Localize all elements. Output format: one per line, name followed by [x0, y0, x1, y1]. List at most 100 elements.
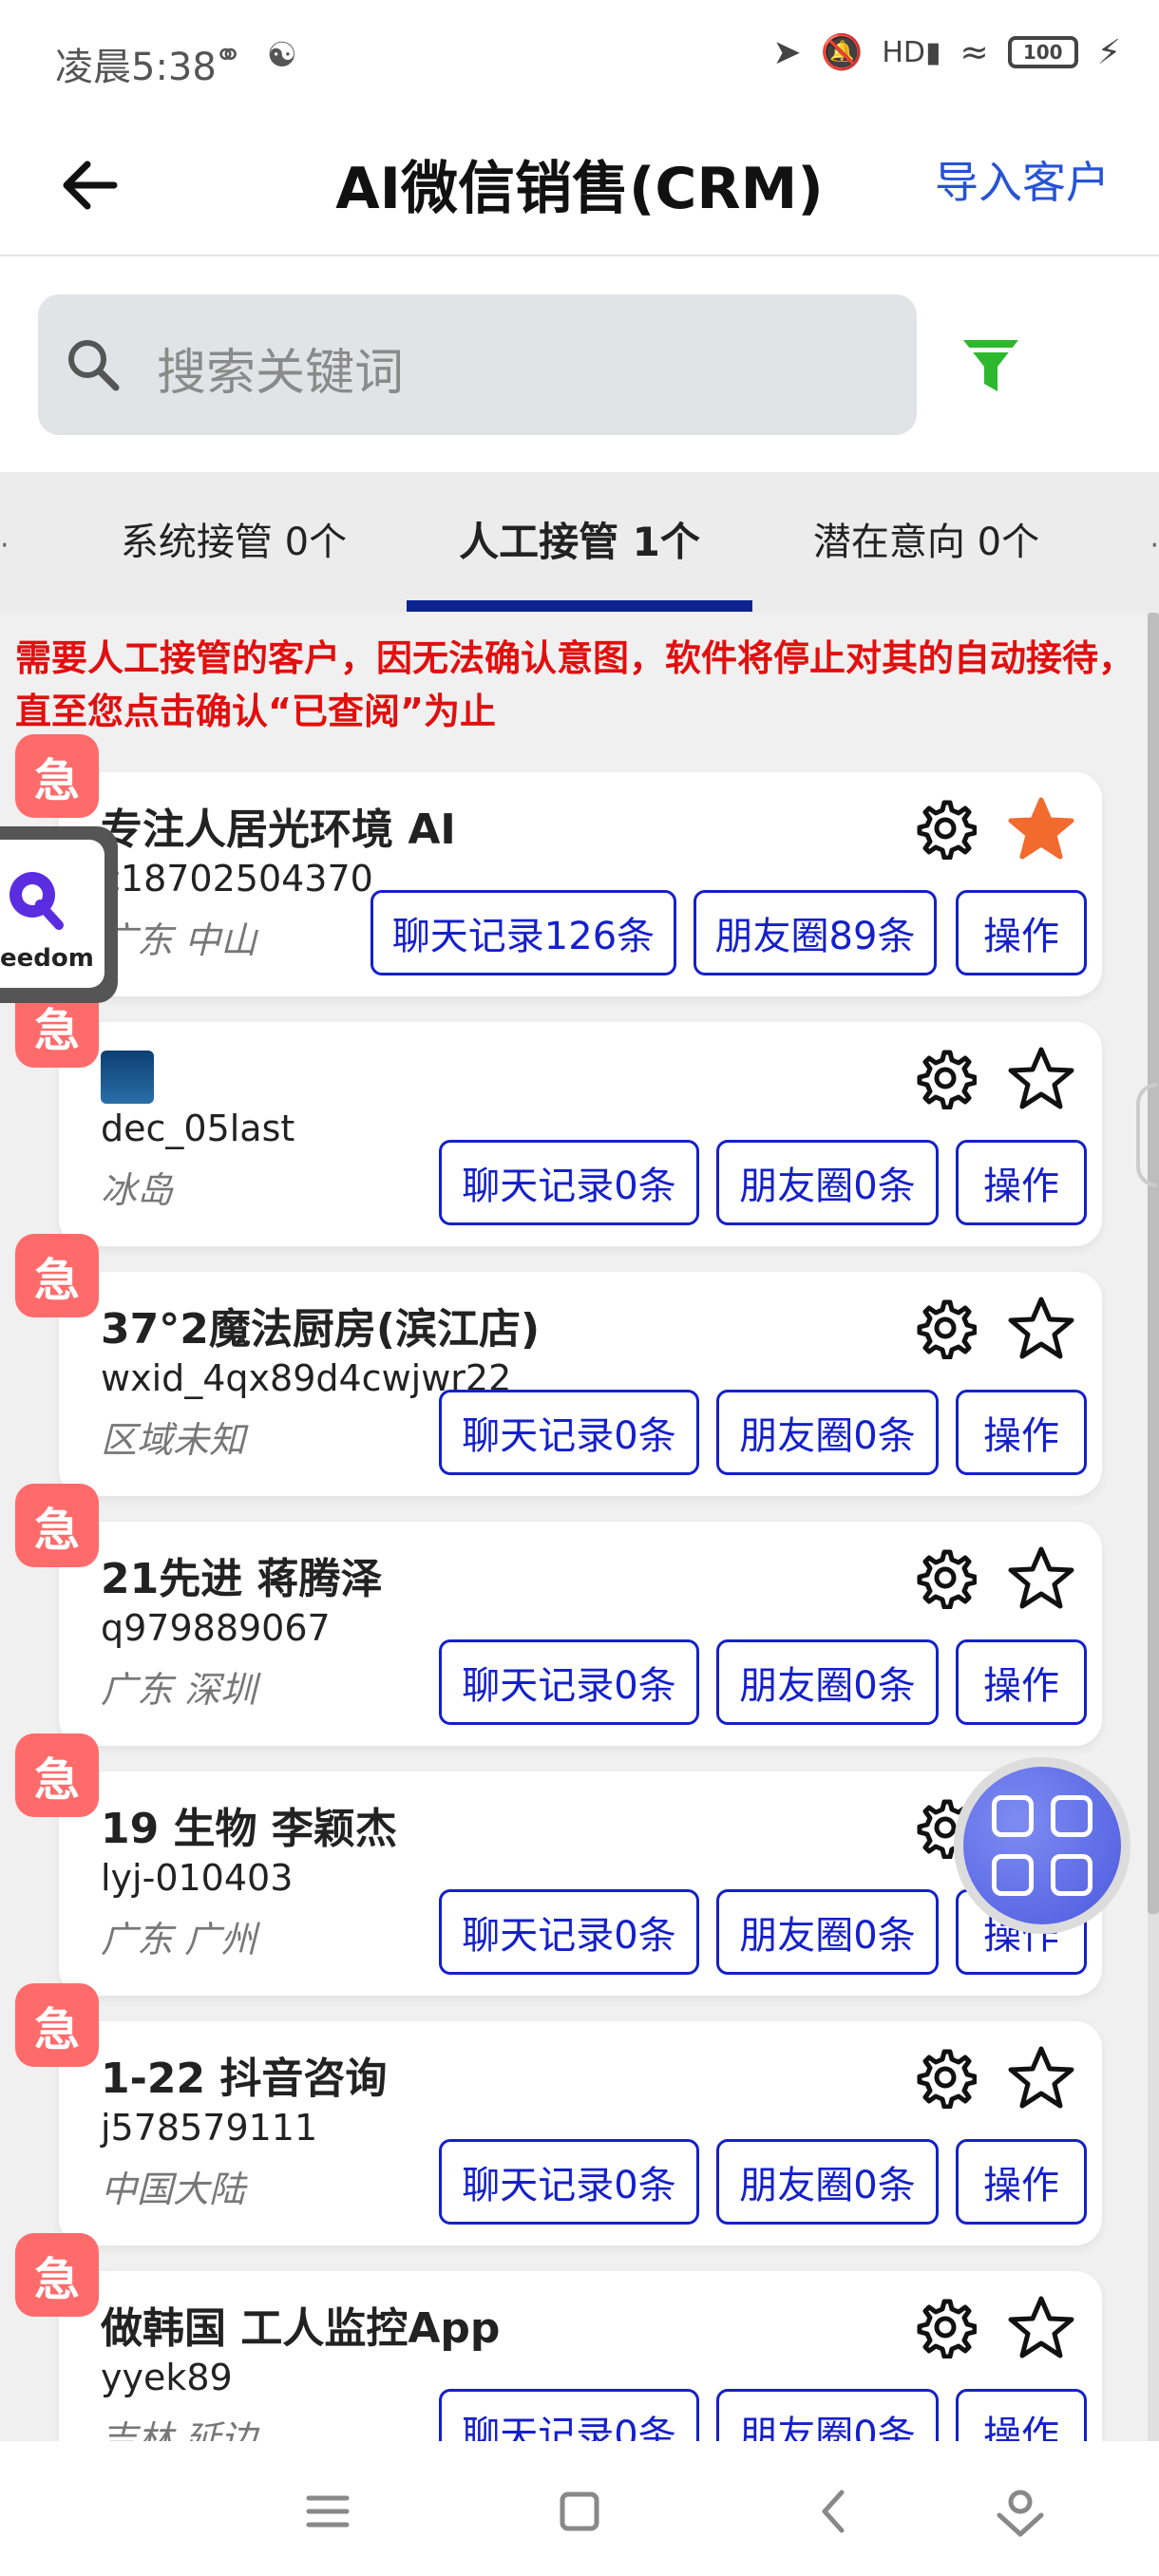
customer-card[interactable]: 19 生物 李颖杰 lyj-010403 广东 广州 聊天记录0条 朋友圈0条 操作 [59, 1771, 1102, 1996]
customer-region: 中国大陆 [101, 2169, 246, 2210]
operation-button[interactable]: 操作 [956, 1639, 1087, 1725]
charging-icon: ⚡ [1096, 32, 1121, 72]
moments-button[interactable]: 朋友圈89条 [694, 890, 937, 975]
q-logo-icon [10, 872, 64, 930]
system-status-icons: ➤ 🔕 HD▮ ≈ 100 ⚡ [772, 32, 1121, 73]
urgent-badge: 急 [15, 1983, 99, 2067]
settings-gear-icon[interactable] [914, 2046, 978, 2110]
back-nav-icon[interactable] [806, 2483, 863, 2540]
customer-region: 广东 深圳 [101, 1669, 257, 1711]
customer-card[interactable]: 做韩国 工人监控App yyek89 吉林 延边 聊天记录0条 朋友圈0条 操作 [59, 2271, 1102, 2441]
status-time: 凌晨5:38 [55, 46, 217, 89]
grid-icon [963, 1767, 1121, 1924]
search-placeholder: 搜索关键词 [157, 345, 405, 402]
tab-manual-takeover[interactable]: 人工接管 1个 [407, 472, 752, 605]
customer-list[interactable]: 需要人工接管的客户，因无法确认意图，软件将停止对其的自动接待，直至您点击确认“已… [0, 613, 1159, 2441]
settings-gear-icon[interactable] [914, 1546, 978, 1610]
chat-history-button[interactable]: 聊天记录0条 [439, 1639, 699, 1725]
takeover-notice: 需要人工接管的客户，因无法确认意图，软件将停止对其的自动接待，直至您点击确认“已… [15, 637, 1135, 732]
floating-app-overlay[interactable]: eedom [0, 826, 118, 1003]
filter-icon[interactable] [960, 334, 1022, 397]
star-icon[interactable] [1007, 1045, 1075, 1113]
operation-button[interactable]: 操作 [956, 1140, 1087, 1225]
customer-name: 1-22 抖音咨询 [101, 2055, 388, 2103]
operation-button[interactable]: 操作 [956, 2389, 1087, 2441]
mute-icon: 🔕 [820, 33, 864, 72]
customer-avatar [101, 1051, 154, 1104]
system-nav-bar [0, 2441, 1159, 2576]
operation-button[interactable]: 操作 [956, 2139, 1087, 2225]
notification-icons: ⚭ ☯ [214, 36, 297, 75]
settings-gear-icon[interactable] [914, 797, 978, 861]
star-icon[interactable] [1007, 1295, 1075, 1363]
battery-icon: 100 [1007, 36, 1078, 68]
tab-scroll-right-indicator: · [1150, 529, 1159, 562]
customer-name: 19 生物 李颖杰 [101, 1805, 397, 1853]
assistant-icon[interactable] [992, 2483, 1049, 2540]
customer-name: 专注人居光环境 AI [101, 805, 456, 854]
customer-region: 吉林 延边 [101, 2418, 257, 2441]
chat-history-button[interactable]: 聊天记录0条 [439, 1889, 699, 1975]
urgent-badge: 急 [15, 734, 99, 818]
side-drawer-handle[interactable] [1136, 1083, 1157, 1187]
alipay-icon: ☯ [266, 36, 297, 75]
home-icon[interactable] [551, 2483, 608, 2540]
chat-history-button[interactable]: 聊天记录0条 [439, 2389, 699, 2441]
wifi-icon: ≈ [960, 32, 989, 72]
star-icon[interactable] [1007, 2044, 1075, 2112]
customer-wechat-id: c18702504370 [101, 858, 373, 900]
active-tab-indicator [407, 600, 752, 612]
settings-gear-icon[interactable] [914, 1297, 978, 1360]
scrollbar[interactable] [1148, 613, 1159, 2441]
customer-card[interactable]: 1-22 抖音咨询 j578579111 中国大陆 聊天记录0条 朋友圈0条 操作 [59, 2021, 1102, 2245]
wechat-icon: ⚭ [214, 36, 243, 75]
urgent-badge: 急 [15, 1733, 99, 1817]
settings-gear-icon[interactable] [914, 2296, 978, 2359]
customer-region: 冰岛 [101, 1169, 174, 1211]
customer-card[interactable]: dec_05last 冰岛 聊天记录0条 朋友圈0条 操作 [59, 1022, 1102, 1246]
customer-tabs: · 系统接管 0个 人工接管 1个 潜在意向 0个 · [0, 472, 1159, 613]
urgent-badge: 急 [15, 1234, 99, 1317]
chat-history-button[interactable]: 聊天记录126条 [370, 890, 676, 975]
search-input[interactable]: 搜索关键词 [38, 294, 917, 435]
customer-region: 广东 中山 [101, 919, 257, 961]
star-icon[interactable] [1007, 2294, 1075, 2362]
customer-wechat-id: yyek89 [101, 2357, 233, 2398]
import-customers-button[interactable]: 导入客户 [935, 148, 1110, 211]
customer-region: 广东 广州 [101, 1919, 257, 1960]
operation-button[interactable]: 操作 [956, 1390, 1087, 1475]
tab-scroll-left-indicator: · [0, 529, 10, 562]
star-icon[interactable] [1007, 1544, 1075, 1613]
moments-button[interactable]: 朋友圈0条 [716, 1140, 939, 1225]
status-bar: 凌晨5:38 ⚭ ☯ ➤ 🔕 HD▮ ≈ 100 ⚡ [0, 0, 1159, 114]
grid-cell [992, 1854, 1034, 1896]
customer-card[interactable]: 37°2魔法厨房(滨江店) wxid_4qx89d4cwjwr22 区域未知 聊天记录… [59, 1272, 1102, 1496]
moments-button[interactable]: 朋友圈0条 [716, 1390, 939, 1475]
moments-button[interactable]: 朋友圈0条 [716, 2389, 939, 2441]
customer-card[interactable]: 专注人居光环境 AI c18702504370 广东 中山 聊天记录126条 朋友圈89… [59, 772, 1102, 996]
moments-button[interactable]: 朋友圈0条 [716, 2139, 939, 2225]
scrollbar-thumb[interactable] [1148, 613, 1159, 1914]
customer-name: 21先进 蒋腾泽 [101, 1555, 383, 1603]
star-icon[interactable] [1007, 795, 1075, 863]
customer-card[interactable]: 21先进 蒋腾泽 q979889067 广东 深圳 聊天记录0条 朋友圈0条 操作 [59, 1522, 1102, 1746]
menu-icon[interactable] [299, 2483, 356, 2540]
chat-history-button[interactable]: 聊天记录0条 [439, 2139, 699, 2225]
chat-history-button[interactable]: 聊天记录0条 [439, 1140, 699, 1225]
grid-cell [992, 1795, 1034, 1837]
moments-button[interactable]: 朋友圈0条 [716, 1889, 939, 1975]
floating-menu-button[interactable] [954, 1757, 1130, 1934]
tab-system-takeover[interactable]: 系统接管 0个 [91, 472, 376, 605]
tab-potential-intent[interactable]: 潜在意向 0个 [779, 472, 1074, 605]
customer-wechat-id: q979889067 [101, 1607, 331, 1649]
customer-region: 区域未知 [101, 1419, 246, 1461]
settings-gear-icon[interactable] [914, 1047, 978, 1110]
moments-button[interactable]: 朋友圈0条 [716, 1639, 939, 1725]
customer-wechat-id: lyj-010403 [101, 1857, 294, 1899]
urgent-badge: 急 [15, 2233, 99, 2317]
chat-history-button[interactable]: 聊天记录0条 [439, 1390, 699, 1475]
customer-wechat-id: dec_05last [101, 1108, 295, 1149]
operation-button[interactable]: 操作 [956, 890, 1087, 975]
urgent-badge: 急 [15, 1484, 99, 1567]
grid-cell [1051, 1795, 1092, 1837]
